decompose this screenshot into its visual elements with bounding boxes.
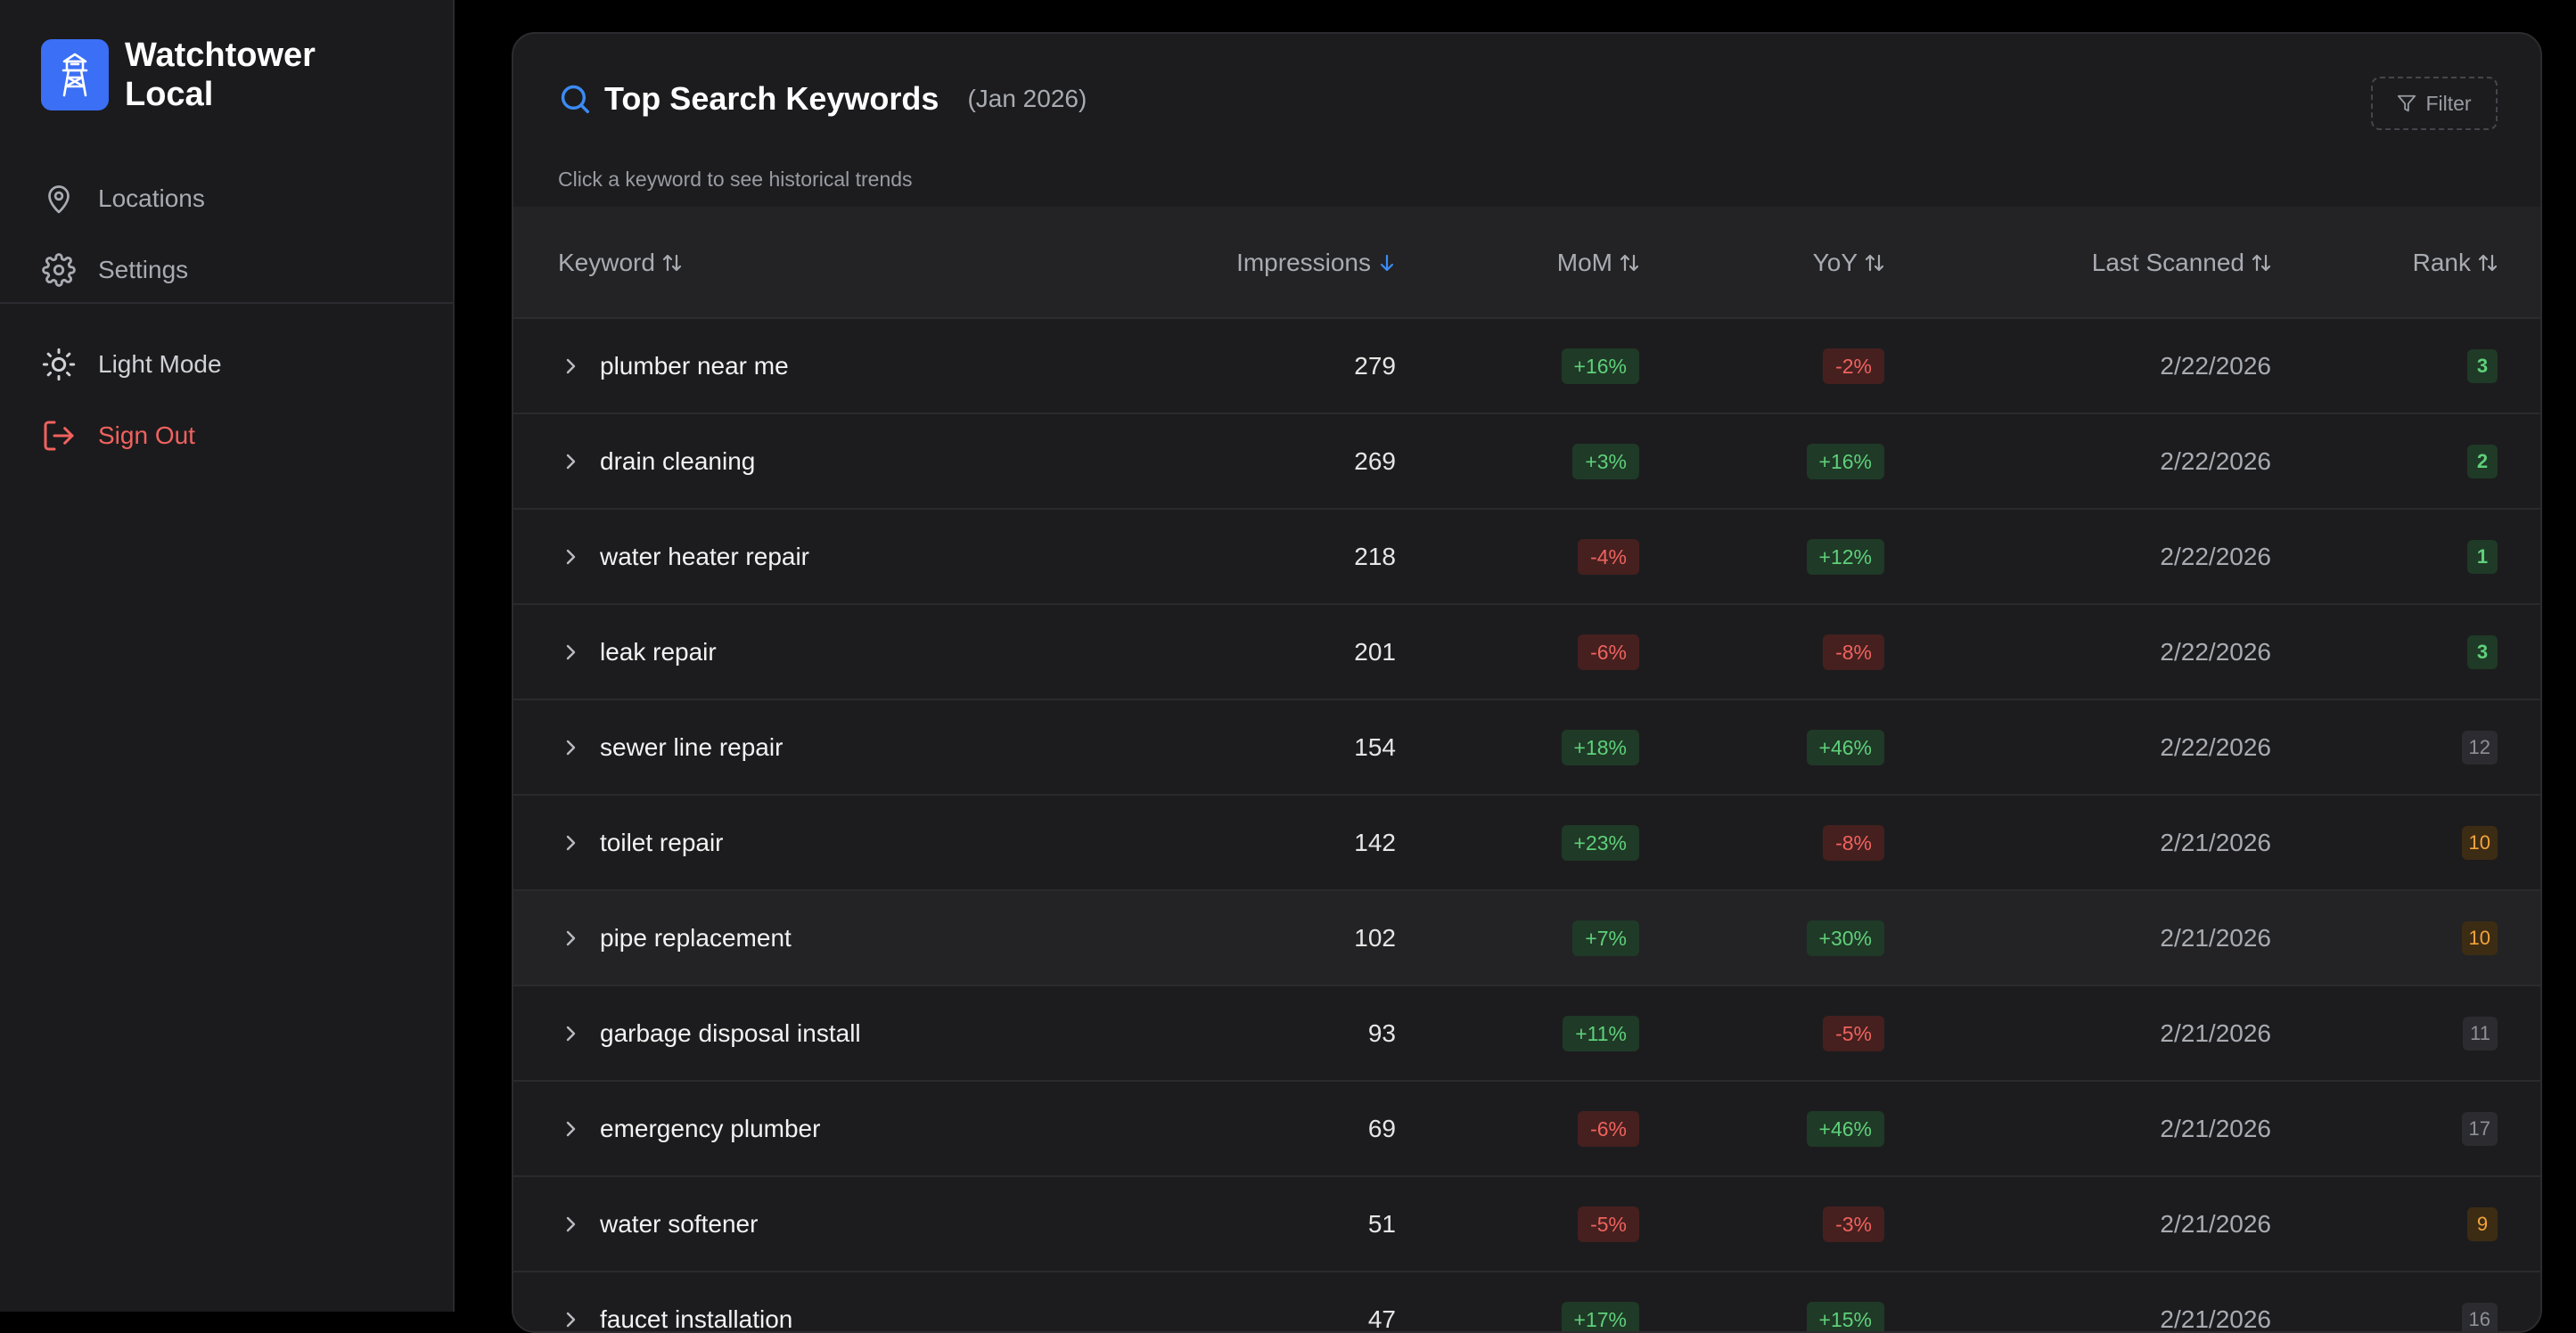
card-header: Top Search Keywords (Jan 2026) Click a k… <box>513 34 2540 207</box>
rank-cell: 9 <box>513 1177 2498 1271</box>
rank-badge: 16 <box>2462 1303 2498 1333</box>
rank-cell: 10 <box>513 796 2498 889</box>
filter-button[interactable]: Filter <box>2371 77 2498 130</box>
watchtower-icon <box>41 39 109 110</box>
rank-cell: 11 <box>513 986 2498 1080</box>
sidebar-item-label: Locations <box>98 184 205 213</box>
rank-cell: 1 <box>513 510 2498 603</box>
rank-cell: 3 <box>513 319 2498 413</box>
filter-icon <box>2397 94 2416 113</box>
rank-badge: 3 <box>2467 635 2498 669</box>
search-icon <box>558 82 592 116</box>
keywords-card: Top Search Keywords (Jan 2026) Click a k… <box>512 32 2542 1333</box>
sort-icon <box>2478 252 2498 274</box>
sidebar-item-label: Settings <box>98 256 188 284</box>
rank-cell: 12 <box>513 700 2498 794</box>
column-label: Rank <box>2413 249 2471 277</box>
rank-badge: 12 <box>2462 731 2498 765</box>
table-row[interactable]: leak repair 201 -6% -8% 2/22/2026 3 <box>513 605 2540 700</box>
card-subtitle: Click a keyword to see historical trends <box>558 168 913 192</box>
table-row[interactable]: drain cleaning 269 +3% +16% 2/22/2026 2 <box>513 414 2540 510</box>
card-title: Top Search Keywords <box>604 80 939 118</box>
sidebar-item-locations[interactable]: Locations <box>41 174 205 224</box>
sidebar-item-settings[interactable]: Settings <box>41 245 188 295</box>
filter-label: Filter <box>2425 92 2471 116</box>
table-row[interactable]: toilet repair 142 +23% -8% 2/21/2026 10 <box>513 796 2540 891</box>
table-row[interactable]: plumber near me 279 +16% -2% 2/22/2026 3 <box>513 319 2540 414</box>
rank-badge: 3 <box>2467 349 2498 383</box>
sun-icon <box>41 347 77 382</box>
rank-badge: 10 <box>2462 921 2498 955</box>
rank-badge: 10 <box>2462 826 2498 860</box>
table-body: plumber near me 279 +16% -2% 2/22/2026 3… <box>513 319 2540 1333</box>
rank-cell: 10 <box>513 891 2498 985</box>
column-header-rank[interactable]: Rank <box>513 207 2498 319</box>
table-row[interactable]: water softener 51 -5% -3% 2/21/2026 9 <box>513 1177 2540 1272</box>
keywords-table: Keyword Impressions MoM YoY <box>513 207 2540 1333</box>
sidebar-divider <box>0 302 453 304</box>
rank-badge: 11 <box>2463 1017 2498 1051</box>
table-row[interactable]: garbage disposal install 93 +11% -5% 2/2… <box>513 986 2540 1082</box>
sidebar: Watchtower Local Locations Settings <box>0 0 455 1312</box>
map-pin-icon <box>41 181 77 217</box>
rank-badge: 1 <box>2467 540 2498 574</box>
rank-cell: 17 <box>513 1082 2498 1175</box>
table-header: Keyword Impressions MoM YoY <box>513 207 2540 319</box>
rank-badge: 17 <box>2462 1112 2498 1146</box>
rank-badge: 9 <box>2467 1207 2498 1241</box>
table-row[interactable]: faucet installation 47 +17% +15% 2/21/20… <box>513 1272 2540 1333</box>
rank-cell: 16 <box>513 1272 2498 1333</box>
sign-out-label: Sign Out <box>98 421 195 450</box>
table-row[interactable]: pipe replacement 102 +7% +30% 2/21/2026 … <box>513 891 2540 986</box>
brand[interactable]: Watchtower Local <box>41 36 357 114</box>
card-title-row: Top Search Keywords (Jan 2026) <box>558 80 1087 118</box>
table-row[interactable]: sewer line repair 154 +18% +46% 2/22/202… <box>513 700 2540 796</box>
light-mode-label: Light Mode <box>98 350 222 379</box>
card-period: (Jan 2026) <box>967 85 1087 113</box>
sign-out-icon <box>41 418 77 454</box>
rank-badge: 2 <box>2467 445 2498 478</box>
light-mode-toggle[interactable]: Light Mode <box>41 339 222 389</box>
rank-cell: 2 <box>513 414 2498 508</box>
gear-icon <box>41 252 77 288</box>
sign-out-button[interactable]: Sign Out <box>41 411 195 461</box>
brand-name: Watchtower Local <box>125 36 357 114</box>
table-row[interactable]: emergency plumber 69 -6% +46% 2/21/2026 … <box>513 1082 2540 1177</box>
table-row[interactable]: water heater repair 218 -4% +12% 2/22/20… <box>513 510 2540 605</box>
rank-cell: 3 <box>513 605 2498 699</box>
